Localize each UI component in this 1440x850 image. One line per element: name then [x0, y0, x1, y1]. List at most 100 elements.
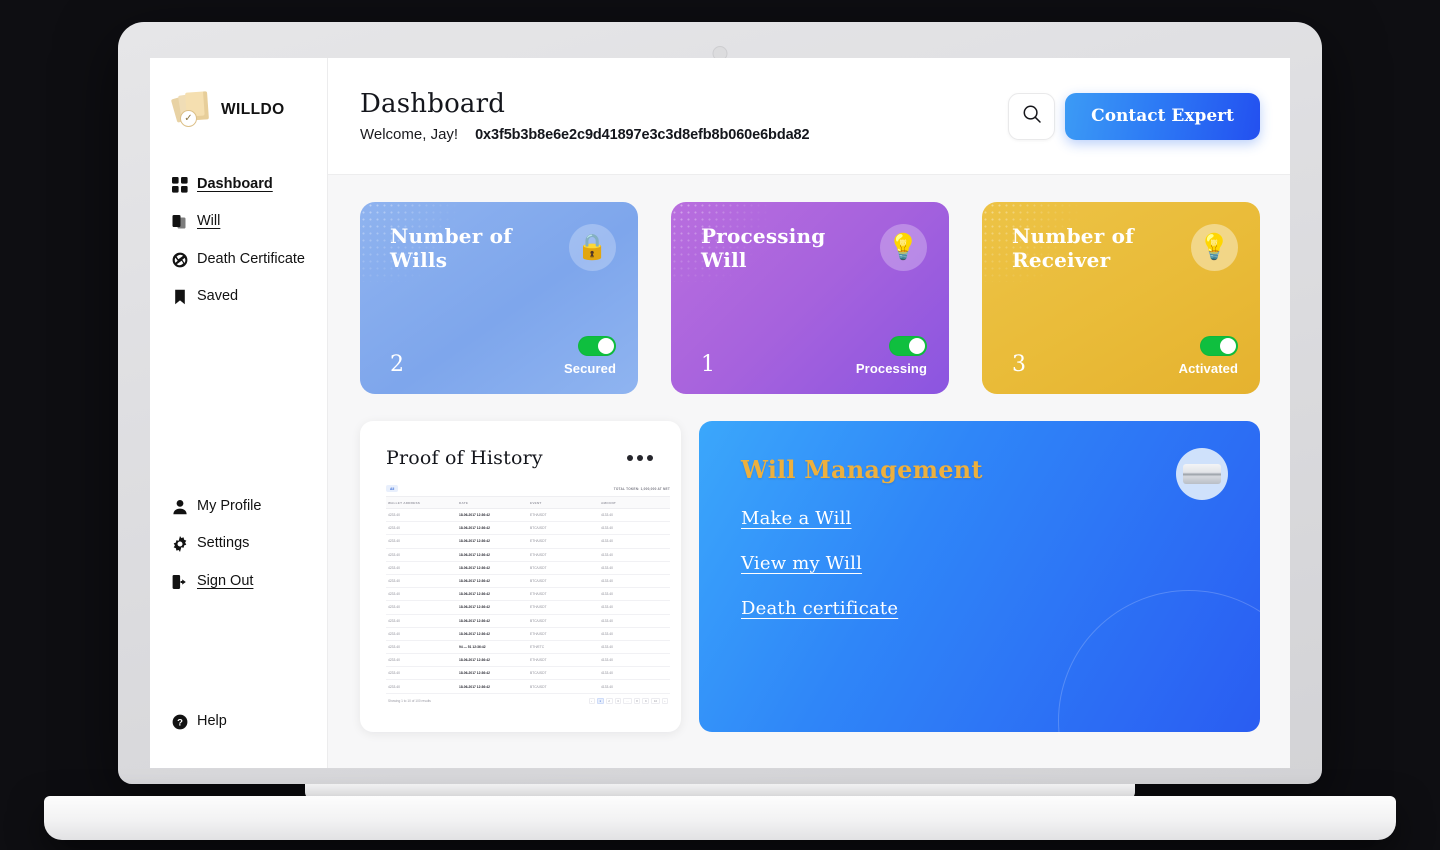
will-management-card: Will Management Make a Will View my Will…: [699, 421, 1260, 732]
sign-out-icon: [172, 574, 188, 590]
secondary-nav: My Profile Settings Sign Out: [150, 488, 327, 600]
table-cell: 4233.40: [386, 666, 457, 681]
table-row[interactable]: 4233.40 18-06-2017 12:36:42 BTC/USDT 4133.4…: [386, 574, 670, 589]
results-count: Showing 1 to 10 of 100 results: [388, 698, 431, 703]
table-cell: 94 — 51 12:36:42: [457, 640, 528, 655]
sidebar-item-saved[interactable]: Saved: [150, 278, 327, 315]
table-cell: ETH/USDT: [528, 653, 599, 668]
table-cell: ETH/USDT: [528, 627, 599, 641]
proof-of-history-table-wrap: All TOTAL TOKEN: 1,000,000 AT NET WALLET…: [386, 485, 670, 704]
status-toggle[interactable]: [578, 336, 616, 356]
table-row[interactable]: 4233.40 18-06-2017 12:36:42 ETH/USDT 4133.4…: [386, 653, 670, 668]
history-table: WALLET ADDRESS DATE EVENT AMOUNT 4233.40 18-…: [386, 496, 670, 694]
svg-text:?: ?: [177, 718, 183, 729]
pagination-item[interactable]: ›: [661, 697, 668, 704]
sidebar-item-help[interactable]: ? Help: [150, 703, 327, 740]
id-card-icon: [1176, 448, 1228, 500]
table-cell: BTC/USDT: [528, 521, 599, 536]
table-cell: 4233.40: [386, 587, 457, 602]
make-a-will-link[interactable]: Make a Will: [741, 508, 852, 529]
sidebar-item-label: Death Certificate: [197, 250, 305, 267]
check-badge-icon: ✓: [180, 110, 197, 127]
stat-card-processing-will[interactable]: Processing Will 💡 1 Processing: [671, 202, 949, 394]
sidebar-item-sign-out[interactable]: Sign Out: [150, 563, 327, 600]
view-my-will-link[interactable]: View my Will: [741, 553, 862, 574]
table-cell: 4233.40: [386, 534, 457, 549]
pagination-item[interactable]: 2: [605, 697, 613, 704]
sidebar-item-dashboard[interactable]: Dashboard: [150, 166, 327, 203]
welcome-text: Welcome, Jay!: [360, 126, 459, 143]
table-cell: BTC/USDT: [528, 561, 599, 575]
pagination-item[interactable]: ‹: [588, 697, 595, 704]
table-cell: 18-06-2017 12:36:42: [457, 548, 528, 562]
bottom-row: Proof of History All TOTAL TOKEN: 1,000,…: [360, 421, 1260, 732]
laptop-screen: ✓ WILLDO Dashboard Will Death Certificat…: [150, 58, 1290, 768]
table-cell: 4233.40: [386, 679, 457, 694]
table-row[interactable]: 4233.40 18-06-2017 12:36:42 ETH/USDT 4133.4…: [386, 587, 670, 602]
sidebar-item-will[interactable]: Will: [150, 203, 327, 240]
sidebar-item-death-certificate[interactable]: Death Certificate: [150, 241, 327, 278]
table-row[interactable]: 4233.40 18-06-2017 12:36:42 BTC/USDT 4133.4…: [386, 666, 670, 681]
page-title: Dashboard: [360, 89, 506, 119]
stat-card-row: Number of Wills 🔒 2 Secured Processing W…: [360, 202, 1260, 394]
status-toggle[interactable]: [1200, 336, 1238, 356]
sidebar-item-label: Settings: [197, 535, 250, 552]
table-cell: BTC/USDT: [528, 666, 599, 681]
table-row[interactable]: 4233.40 18-06-2017 12:36:42 BTC/USDT 4133.4…: [386, 561, 670, 575]
top-bar: Dashboard Welcome, Jay! 0x3f5b3b8e6e2c9d…: [328, 58, 1290, 175]
table-cell: 18-06-2017 12:36:42: [457, 653, 528, 668]
table-row[interactable]: 4233.40 18-06-2017 12:36:42 ETH/USDT 4133.4…: [386, 627, 670, 641]
stat-card-status: Secured: [564, 336, 616, 376]
table-cell: 4133.40: [599, 640, 670, 655]
dashboard-content: Number of Wills 🔒 2 Secured Processing W…: [328, 175, 1290, 768]
table-cell: 18-06-2017 12:36:42: [457, 666, 528, 681]
welcome-row: Welcome, Jay! 0x3f5b3b8e6e2c9d41897e3c3d…: [360, 126, 810, 143]
table-cell: 4233.40: [386, 508, 457, 523]
table-column-header: WALLET ADDRESS: [386, 496, 457, 509]
table-cell: 4233.40: [386, 614, 457, 628]
pagination-item[interactable]: 3: [614, 697, 622, 704]
death-certificate-link[interactable]: Death certificate: [741, 598, 898, 619]
table-row[interactable]: 4233.40 18-06-2017 12:36:42 ETH/USDT 4133.4…: [386, 508, 670, 523]
filter-chip-all[interactable]: All: [386, 485, 399, 492]
table-toolbar: All TOTAL TOKEN: 1,000,000 AT NET: [386, 485, 670, 492]
table-cell: 4233.40: [386, 574, 457, 589]
stat-card-number-of-receiver[interactable]: Number of Receiver 💡 3 Activated: [982, 202, 1260, 394]
table-cell: 4133.40: [599, 508, 670, 523]
stat-card-value: 3: [1012, 352, 1026, 377]
table-cell: 4233.40: [386, 561, 457, 575]
table-row[interactable]: 4233.40 18-06-2017 12:36:42 ETH/USDT 4133.4…: [386, 548, 670, 562]
top-actions: Contact Expert: [1008, 92, 1260, 140]
table-row[interactable]: 4233.40 18-06-2017 12:36:42 BTC/USDT 4133.4…: [386, 521, 670, 536]
table-cell: 4133.40: [599, 600, 670, 615]
pagination-item[interactable]: 9: [642, 697, 650, 704]
stat-card-status: Processing: [856, 336, 927, 376]
help-circle-icon: ?: [172, 714, 188, 730]
status-label: Processing: [855, 361, 927, 376]
sidebar-item-settings[interactable]: Settings: [150, 525, 327, 562]
pagination-item[interactable]: 8: [633, 697, 641, 704]
willdo-pages-icon: ✓: [170, 90, 212, 130]
pagination-item[interactable]: 1: [596, 697, 604, 704]
pagination-item[interactable]: …: [623, 697, 632, 704]
contact-expert-button[interactable]: Contact Expert: [1065, 92, 1260, 140]
table-row[interactable]: 4233.40 18-06-2017 12:36:42 ETH/USDT 4133.4…: [386, 534, 670, 549]
help-nav: ? Help: [150, 703, 327, 740]
table-cell: 18-06-2017 12:36:42: [457, 627, 528, 641]
search-button[interactable]: [1008, 92, 1056, 140]
table-cell: 4133.40: [599, 574, 670, 589]
table-row[interactable]: 4233.40 18-06-2017 12:36:42 ETH/USDT 4133.4…: [386, 600, 670, 615]
table-row[interactable]: 4233.40 18-06-2017 12:36:42 BTC/USDT 4133.4…: [386, 679, 670, 694]
stat-card-number-of-wills[interactable]: Number of Wills 🔒 2 Secured: [360, 202, 638, 394]
sidebar-item-my-profile[interactable]: My Profile: [150, 488, 327, 525]
status-toggle[interactable]: [889, 336, 927, 356]
pagination-item[interactable]: 10: [651, 697, 660, 704]
table-row[interactable]: 4233.40 94 — 51 12:36:42 ETH/ETC 4133.40: [386, 640, 670, 655]
pagination: ‹ 1 2 3… 8 9 10 ›: [588, 697, 668, 704]
stat-card-value: 2: [390, 352, 404, 377]
table-row[interactable]: 4233.40 18-06-2017 12:36:42 BTC/USDT 4133.4…: [386, 614, 670, 628]
lock-icon: 🔒: [569, 224, 616, 271]
more-horizontal-icon[interactable]: [623, 451, 657, 465]
table-header-row: WALLET ADDRESS DATE EVENT AMOUNT: [386, 496, 670, 509]
table-cell: 18-06-2017 12:36:42: [457, 521, 528, 536]
